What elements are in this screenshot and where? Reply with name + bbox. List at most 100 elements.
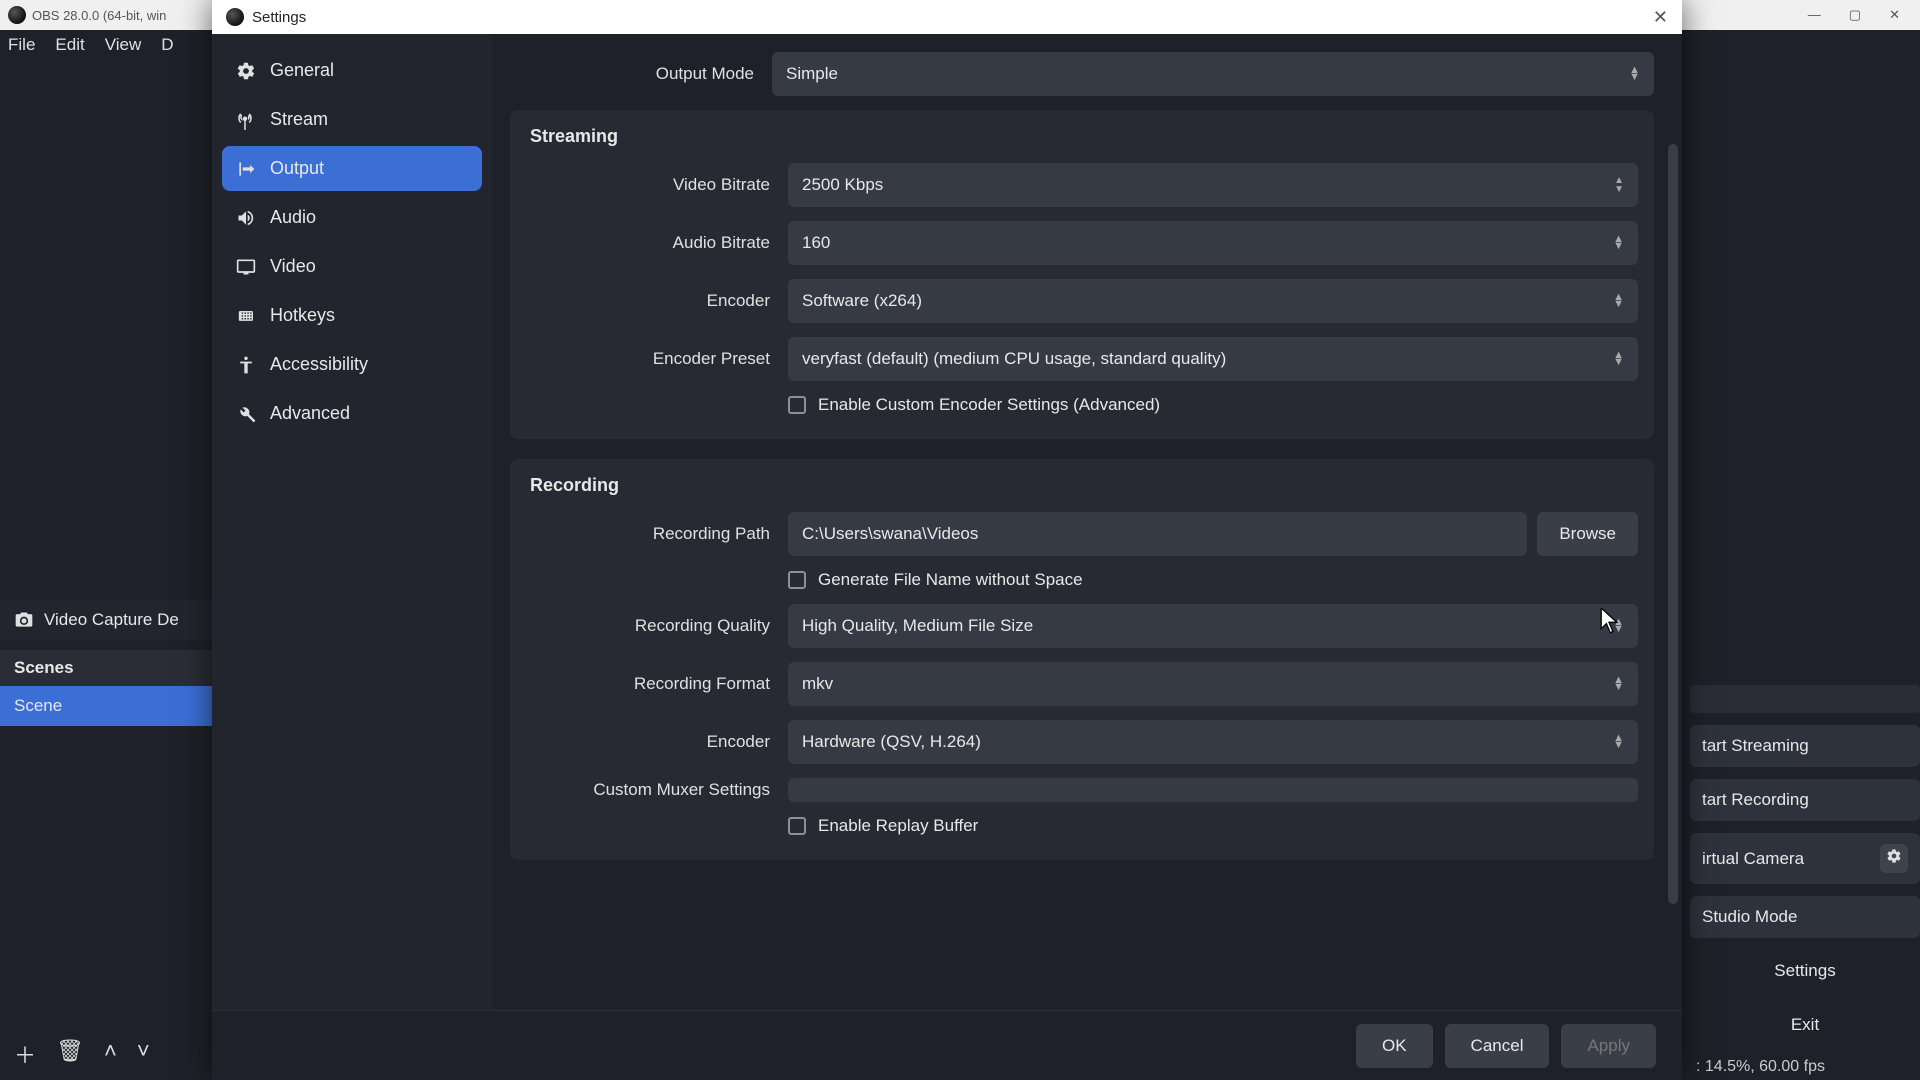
sidebar-item-label: General bbox=[270, 60, 334, 81]
sidebar-item-output[interactable]: Output bbox=[222, 146, 482, 191]
spinner-icon[interactable]: ▲▼ bbox=[1614, 176, 1624, 194]
status-bar: : 14.5%, 60.00 fps bbox=[1690, 1052, 1920, 1076]
sidebar-item-label: Accessibility bbox=[270, 354, 368, 375]
sidebar-item-label: Advanced bbox=[270, 403, 350, 424]
muxer-input[interactable] bbox=[788, 778, 1638, 802]
camera-icon bbox=[14, 610, 34, 630]
recording-format-select[interactable]: mkv ▲▼ bbox=[788, 662, 1638, 706]
output-mode-label: Output Mode bbox=[510, 64, 772, 84]
chevron-updown-icon: ▲▼ bbox=[1629, 67, 1640, 81]
keyboard-icon bbox=[236, 306, 256, 326]
encoder-preset-label: Encoder Preset bbox=[526, 349, 788, 369]
main-window-title: OBS 28.0.0 (64-bit, win bbox=[32, 8, 166, 23]
video-bitrate-value: 2500 Kbps bbox=[802, 175, 883, 195]
gear-icon bbox=[236, 61, 256, 81]
settings-sidebar: General Stream Output Audio Video Hotkey… bbox=[212, 34, 492, 1010]
settings-button-main[interactable]: Settings bbox=[1690, 950, 1920, 992]
exit-button[interactable]: Exit bbox=[1690, 1004, 1920, 1046]
settings-close-button[interactable]: ✕ bbox=[1653, 7, 1668, 28]
audio-bitrate-label: Audio Bitrate bbox=[526, 233, 788, 253]
sidebar-item-label: Output bbox=[270, 158, 324, 179]
streaming-encoder-select[interactable]: Software (x264) ▲▼ bbox=[788, 279, 1638, 323]
start-recording-button[interactable]: tart Recording bbox=[1690, 779, 1920, 821]
sidebar-item-general[interactable]: General bbox=[222, 48, 482, 93]
chevron-updown-icon: ▲▼ bbox=[1613, 352, 1624, 366]
studio-mode-button[interactable]: Studio Mode bbox=[1690, 896, 1920, 938]
cancel-button[interactable]: Cancel bbox=[1445, 1024, 1550, 1068]
obs-logo-icon bbox=[226, 8, 244, 26]
settings-titlebar: Settings ✕ bbox=[212, 0, 1682, 34]
sidebar-item-video[interactable]: Video bbox=[222, 244, 482, 289]
encoder-preset-select[interactable]: veryfast (default) (medium CPU usage, st… bbox=[788, 337, 1638, 381]
checkbox-icon[interactable] bbox=[788, 396, 806, 414]
settings-content: Output Mode Simple ▲▼ Streaming Video Bi… bbox=[492, 34, 1682, 1010]
source-item-label: Video Capture De bbox=[44, 610, 179, 630]
streaming-section: Streaming Video Bitrate 2500 Kbps ▲▼ Aud… bbox=[510, 110, 1654, 439]
output-mode-value: Simple bbox=[786, 64, 838, 84]
ok-button[interactable]: OK bbox=[1356, 1024, 1433, 1068]
content-scrollbar[interactable] bbox=[1668, 144, 1678, 904]
virtual-camera-button[interactable]: irtual Camera bbox=[1690, 833, 1920, 884]
output-mode-select[interactable]: Simple ▲▼ bbox=[772, 52, 1654, 96]
add-scene-button[interactable]: ＋ bbox=[14, 1038, 36, 1070]
audio-bitrate-value: 160 bbox=[802, 233, 830, 253]
recording-path-value: C:\Users\swana\Videos bbox=[802, 524, 978, 544]
start-streaming-button[interactable]: tart Streaming bbox=[1690, 725, 1920, 767]
replay-buffer-checkbox-row[interactable]: Enable Replay Buffer bbox=[788, 816, 1638, 836]
chevron-updown-icon: ▲▼ bbox=[1613, 619, 1624, 633]
tools-icon bbox=[236, 404, 256, 424]
sidebar-item-accessibility[interactable]: Accessibility bbox=[222, 342, 482, 387]
filename-nospace-checkbox-row[interactable]: Generate File Name without Space bbox=[788, 570, 1638, 590]
browse-button[interactable]: Browse bbox=[1537, 512, 1638, 556]
video-bitrate-label: Video Bitrate bbox=[526, 175, 788, 195]
filename-nospace-label: Generate File Name without Space bbox=[818, 570, 1083, 590]
chevron-updown-icon: ▲▼ bbox=[1613, 294, 1624, 308]
recording-format-label: Recording Format bbox=[526, 674, 788, 694]
recording-encoder-select[interactable]: Hardware (QSV, H.264) ▲▼ bbox=[788, 720, 1638, 764]
move-down-button[interactable]: ˅ bbox=[137, 1038, 150, 1070]
remove-scene-button[interactable]: 🗑 bbox=[56, 1038, 84, 1070]
sidebar-item-audio[interactable]: Audio bbox=[222, 195, 482, 240]
monitor-icon bbox=[236, 257, 256, 277]
sidebar-item-advanced[interactable]: Advanced bbox=[222, 391, 482, 436]
recording-section: Recording Recording Path C:\Users\swana\… bbox=[510, 459, 1654, 860]
checkbox-icon[interactable] bbox=[788, 817, 806, 835]
replay-buffer-label: Enable Replay Buffer bbox=[818, 816, 978, 836]
settings-dialog: Settings ✕ General Stream Output Audio bbox=[212, 0, 1682, 1080]
close-button[interactable]: ✕ bbox=[1889, 7, 1900, 23]
custom-encoder-checkbox-row[interactable]: Enable Custom Encoder Settings (Advanced… bbox=[788, 395, 1638, 415]
sidebar-item-stream[interactable]: Stream bbox=[222, 97, 482, 142]
menu-view[interactable]: View bbox=[105, 35, 142, 55]
recording-quality-select[interactable]: High Quality, Medium File Size ▲▼ bbox=[788, 604, 1638, 648]
video-bitrate-input[interactable]: 2500 Kbps ▲▼ bbox=[788, 163, 1638, 207]
recording-format-value: mkv bbox=[802, 674, 833, 694]
sidebar-item-label: Audio bbox=[270, 207, 316, 228]
scene-item[interactable]: Scene bbox=[0, 686, 215, 726]
chevron-updown-icon: ▲▼ bbox=[1613, 735, 1624, 749]
menu-docks[interactable]: D bbox=[161, 35, 173, 55]
source-item[interactable]: Video Capture De bbox=[0, 600, 215, 640]
chevron-updown-icon: ▲▼ bbox=[1613, 677, 1624, 691]
streaming-encoder-value: Software (x264) bbox=[802, 291, 922, 311]
recording-path-input[interactable]: C:\Users\swana\Videos bbox=[788, 512, 1527, 556]
scenes-header: Scenes bbox=[0, 650, 215, 686]
accessibility-icon bbox=[236, 355, 256, 375]
menu-edit[interactable]: Edit bbox=[55, 35, 84, 55]
sidebar-item-label: Hotkeys bbox=[270, 305, 335, 326]
muxer-label: Custom Muxer Settings bbox=[526, 780, 788, 800]
maximize-button[interactable]: ▢ bbox=[1849, 7, 1861, 23]
speaker-icon bbox=[236, 208, 256, 228]
checkbox-icon[interactable] bbox=[788, 571, 806, 589]
sidebar-item-hotkeys[interactable]: Hotkeys bbox=[222, 293, 482, 338]
move-up-button[interactable]: ˄ bbox=[104, 1038, 117, 1070]
main-controls-panel: tart Streaming tart Recording irtual Cam… bbox=[1690, 60, 1920, 1080]
menu-file[interactable]: File bbox=[8, 35, 35, 55]
apply-button[interactable]: Apply bbox=[1561, 1024, 1656, 1068]
minimize-button[interactable]: — bbox=[1808, 7, 1821, 23]
recording-heading: Recording bbox=[526, 475, 1638, 496]
streaming-encoder-label: Encoder bbox=[526, 291, 788, 311]
sidebar-item-label: Stream bbox=[270, 109, 328, 130]
gear-icon[interactable] bbox=[1880, 844, 1908, 873]
output-icon bbox=[236, 159, 256, 179]
audio-bitrate-select[interactable]: 160 ▲▼ bbox=[788, 221, 1638, 265]
